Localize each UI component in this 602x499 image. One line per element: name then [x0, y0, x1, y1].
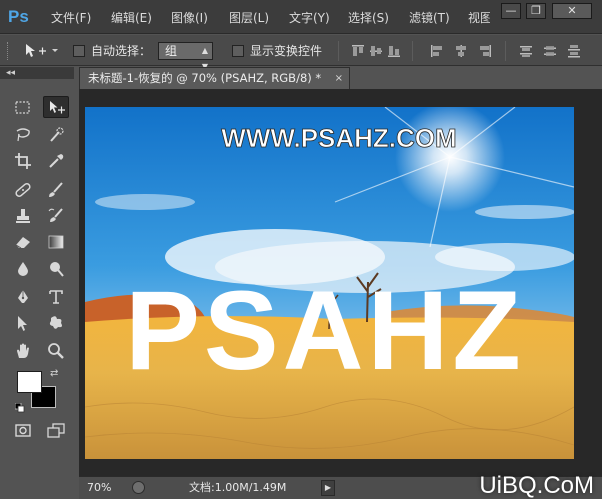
document-tab-title: 未标题-1-恢复的 @ 70% (PSAHZ, RGB/8) * — [88, 71, 322, 85]
menu-type[interactable]: 文字(Y) — [289, 9, 330, 27]
canvas-area[interactable]: WWW.PSAHZ.COM PSAHZ — [79, 89, 602, 476]
photoshop-window: Ps 文件(F) 编辑(E) 图像(I) 图层(L) 文字(Y) 选择(S) 滤… — [0, 0, 602, 499]
pen-icon — [18, 290, 28, 303]
path-selection-icon — [18, 316, 27, 331]
show-transform-checkbox[interactable] — [232, 45, 244, 57]
distribute-top-icon[interactable] — [519, 44, 533, 58]
type-tool[interactable] — [43, 286, 69, 308]
brush-tool[interactable] — [43, 179, 69, 201]
gradient-icon — [48, 235, 64, 249]
options-separator — [412, 41, 413, 61]
toolbox-header: ◂◂ — [0, 67, 74, 79]
custom-shape-tool[interactable] — [43, 312, 69, 334]
restore-button[interactable]: ❐ — [526, 3, 546, 19]
menu-image[interactable]: 图像(I) — [171, 9, 208, 27]
path-selection-tool[interactable] — [10, 312, 36, 334]
move-icon — [50, 101, 65, 114]
menu-filter[interactable]: 滤镜(T) — [409, 9, 450, 27]
document-canvas[interactable]: WWW.PSAHZ.COM PSAHZ — [85, 107, 574, 459]
desert-image: WWW.PSAHZ.COM PSAHZ — [85, 107, 574, 459]
distribute-bottom-icon[interactable] — [567, 44, 581, 58]
auto-select-dropdown[interactable]: 组 ▲▼ — [158, 42, 213, 71]
rect-marquee-icon — [15, 101, 30, 114]
photoshop-logo: Ps — [8, 7, 29, 26]
minimize-button[interactable]: — — [501, 3, 521, 19]
quick-selection-tool[interactable] — [43, 124, 69, 146]
clone-stamp-tool[interactable] — [10, 205, 36, 227]
healing-brush-tool[interactable] — [10, 179, 36, 201]
menu-bar: Ps 文件(F) 编辑(E) 图像(I) 图层(L) 文字(Y) 选择(S) 滤… — [0, 0, 602, 34]
options-grip — [7, 42, 10, 60]
toolbox: ⇄ — [7, 86, 75, 446]
zoom-tool[interactable] — [43, 340, 69, 362]
auto-select-value: 组 — [165, 44, 178, 58]
brush-icon — [49, 182, 63, 197]
options-separator — [338, 41, 339, 61]
show-transform-label: 显示变换控件 — [250, 44, 323, 58]
watermark: UiBQ.CoM — [479, 472, 594, 499]
lasso-tool[interactable] — [10, 124, 36, 146]
menu-edit[interactable]: 编辑(E) — [111, 9, 152, 27]
foreground-color-swatch[interactable] — [17, 371, 42, 393]
quick-mask-icon — [15, 424, 31, 437]
default-colors-icon[interactable] — [14, 400, 25, 418]
lasso-icon — [16, 128, 30, 142]
dodge-tool[interactable] — [43, 258, 69, 280]
custom-shape-icon — [49, 316, 62, 329]
auto-select-checkbox[interactable] — [73, 45, 85, 57]
hand-icon — [17, 343, 29, 358]
document-size-info: 文档:1.00M/1.49M — [189, 481, 287, 494]
align-right-icon[interactable] — [478, 44, 492, 58]
crop-tool[interactable] — [10, 150, 36, 172]
move-tool-icon — [26, 44, 58, 57]
stamp-icon — [16, 209, 30, 223]
collapse-panel-icon[interactable]: ◂◂ — [6, 67, 15, 78]
drop-icon — [18, 262, 28, 276]
bandage-icon — [15, 183, 31, 197]
status-menu-arrow-icon[interactable]: ▶ — [321, 480, 335, 496]
align-top-icon[interactable] — [351, 44, 365, 58]
eraser-icon — [15, 237, 30, 249]
marquee-tool[interactable] — [10, 97, 36, 119]
hand-tool[interactable] — [10, 340, 36, 362]
eyedropper-tool[interactable] — [43, 150, 69, 172]
options-bar: 自动选择： 组 ▲▼ 显示变换控件 — [0, 35, 602, 71]
menu-select[interactable]: 选择(S) — [348, 9, 389, 27]
move-tool[interactable] — [43, 96, 69, 118]
screen-mode-icon — [47, 423, 65, 438]
menu-layer[interactable]: 图层(L) — [229, 9, 269, 27]
dodge-icon — [50, 262, 64, 277]
screen-mode-button[interactable] — [43, 420, 69, 442]
menu-view[interactable]: 视图 — [468, 9, 490, 27]
move-tool-preset[interactable] — [24, 42, 64, 60]
history-brush-icon — [48, 208, 63, 222]
quick-mask-button[interactable] — [10, 420, 36, 442]
pen-tool[interactable] — [10, 286, 36, 308]
magnifier-icon — [48, 343, 64, 359]
quick-selection-icon — [50, 127, 64, 142]
canvas-header-text: WWW.PSAHZ.COM — [221, 123, 456, 153]
blur-tool[interactable] — [10, 258, 36, 280]
gradient-tool[interactable] — [43, 231, 69, 253]
auto-select-label: 自动选择： — [91, 44, 152, 58]
history-brush-tool[interactable] — [43, 205, 69, 227]
align-vcenter-icon[interactable] — [369, 44, 383, 58]
swap-colors-icon[interactable]: ⇄ — [50, 368, 58, 379]
type-icon — [49, 290, 63, 304]
close-button[interactable]: ✕ — [552, 3, 592, 19]
align-left-icon[interactable] — [430, 44, 444, 58]
menu-file[interactable]: 文件(F) — [51, 9, 91, 27]
eraser-tool[interactable] — [10, 231, 36, 253]
align-hcenter-icon[interactable] — [454, 44, 468, 58]
document-tab[interactable]: 未标题-1-恢复的 @ 70% (PSAHZ, RGB/8) * × — [79, 67, 350, 89]
zoom-level-field[interactable]: 70% — [87, 480, 111, 496]
close-tab-icon[interactable]: × — [335, 68, 343, 89]
distribute-vcenter-icon[interactable] — [543, 44, 557, 58]
crop-icon — [15, 153, 31, 169]
options-separator — [505, 41, 506, 61]
canvas-big-text: PSAHZ — [125, 268, 525, 393]
eyedropper-icon — [49, 154, 64, 168]
status-info-icon[interactable] — [132, 481, 145, 494]
align-bottom-icon[interactable] — [387, 44, 401, 58]
